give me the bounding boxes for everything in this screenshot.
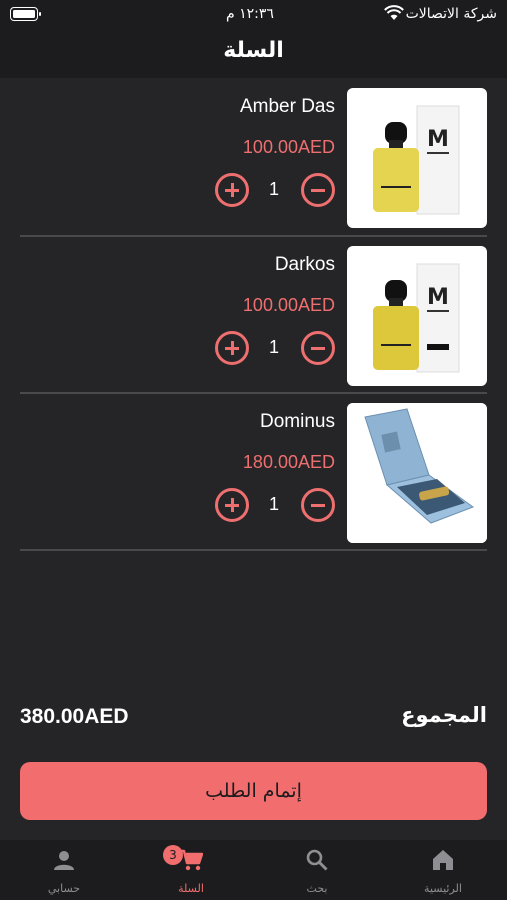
cart-item: M Darkos 100.00AED 1 (20, 238, 487, 396)
perfume-bottle-image: M (373, 105, 460, 215)
nav-home[interactable]: الرئيسية (393, 840, 493, 900)
cart-screen: ١٢:٣٦ م شركة الاتصالات السلة M Amber Das (0, 0, 507, 900)
cart-item: M Amber Das 100.00AED 1 (20, 80, 487, 238)
increase-quantity-button[interactable] (215, 488, 249, 522)
quantity-value: 1 (268, 337, 279, 357)
item-divider (20, 235, 487, 237)
status-time: ١٢:٣٦ م (226, 6, 274, 22)
product-price: 100.00AED (242, 137, 335, 157)
svg-text:M: M (427, 285, 449, 310)
nav-account[interactable]: حسابي (14, 840, 114, 900)
product-price: 180.00AED (242, 452, 335, 472)
quantity-value: 1 (268, 179, 279, 199)
product-name[interactable]: Amber Das (240, 96, 335, 118)
product-image[interactable]: M (347, 88, 487, 228)
product-name[interactable]: Darkos (275, 254, 335, 276)
wifi-icon (384, 5, 404, 20)
battery-icon (10, 7, 41, 21)
product-price: 100.00AED (242, 295, 335, 315)
status-bar: ١٢:٣٦ م شركة الاتصالات (0, 0, 507, 30)
total-label: المجموع (401, 703, 487, 727)
perfume-bottle-image: M (373, 263, 460, 373)
product-image[interactable] (347, 403, 487, 543)
decrease-quantity-button[interactable] (301, 331, 335, 365)
carrier-name: شركة الاتصالات (405, 6, 497, 22)
home-icon (433, 850, 453, 870)
nav-search[interactable]: بحث (267, 840, 367, 900)
nav-search-label: بحث (306, 882, 328, 895)
quantity-value: 1 (268, 494, 279, 514)
increase-quantity-button[interactable] (215, 173, 249, 207)
cart-count-badge: 3 (163, 845, 183, 865)
nav-account-label: حسابي (47, 882, 81, 895)
increase-quantity-button[interactable] (215, 331, 249, 365)
bottom-nav: حسابي 3 السلة بحث الرئيسية (0, 840, 507, 900)
decrease-quantity-button[interactable] (301, 173, 335, 207)
product-name[interactable]: Dominus (260, 411, 335, 433)
nav-cart-label: السلة (178, 882, 204, 895)
svg-text:M: M (427, 127, 449, 152)
header: السلة (0, 30, 507, 78)
product-image[interactable]: M (347, 246, 487, 386)
perfume-box-image (347, 403, 487, 543)
item-divider (20, 392, 487, 394)
cart-item: Dominus 180.00AED 1 (20, 395, 487, 553)
nav-home-label: الرئيسية (424, 882, 462, 895)
nav-cart[interactable]: 3 السلة (141, 840, 241, 900)
item-divider (20, 549, 487, 551)
page-title: السلة (223, 38, 284, 63)
checkout-button[interactable]: إتمام الطلب (20, 762, 487, 820)
total-value: 380.00AED (20, 705, 129, 728)
total-row: 380.00AED المجموع (20, 703, 487, 737)
person-icon (54, 851, 74, 870)
search-icon (306, 849, 328, 871)
decrease-quantity-button[interactable] (301, 488, 335, 522)
